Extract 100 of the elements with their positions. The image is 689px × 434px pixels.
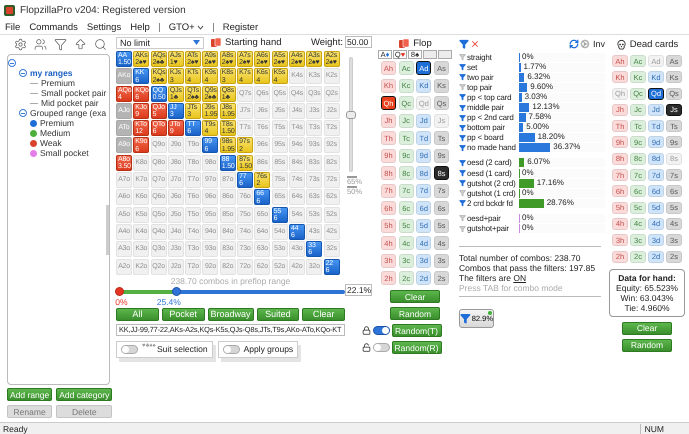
upload-icon[interactable] <box>74 38 87 50</box>
tree-item[interactable]: Small pocket pair <box>41 88 106 98</box>
toggle-switch[interactable] <box>121 344 138 354</box>
close-icon[interactable] <box>470 39 480 49</box>
filter-label: two pair <box>467 72 494 82</box>
percent-reading: 17.16% <box>536 178 564 188</box>
card-button[interactable]: Random(T) <box>392 324 442 337</box>
percent-reading: 6.32% <box>527 72 550 82</box>
gear-icon[interactable] <box>580 39 590 49</box>
filter-icon[interactable] <box>459 93 466 102</box>
filter-icon[interactable] <box>459 179 466 188</box>
filter-icon[interactable] <box>459 158 466 167</box>
status-dot-icon <box>488 310 492 315</box>
percent-reading: 3.03% <box>524 92 548 102</box>
percent-reading: 0% <box>522 52 534 62</box>
tree-item[interactable]: Small pocket <box>40 148 89 158</box>
menu-item[interactable]: Commands <box>29 22 78 32</box>
data-line: Equity: 65.523% <box>616 282 678 293</box>
tree-item[interactable]: Medium <box>40 128 70 138</box>
percent-reading: 9.60% <box>530 82 553 92</box>
collapse-icon[interactable] <box>8 59 16 67</box>
filter-icon[interactable] <box>459 104 466 112</box>
toggle-switch[interactable] <box>372 326 390 335</box>
refresh-icon[interactable] <box>568 39 579 49</box>
tree-button[interactable]: Add category <box>56 388 112 401</box>
filter-label: bottom pair <box>467 123 506 132</box>
card-button[interactable]: Clear <box>622 322 672 335</box>
card-button[interactable]: Random <box>390 307 440 320</box>
game-dropdown[interactable]: No limit <box>116 36 204 48</box>
percent-reading: 7.58% <box>528 112 552 122</box>
num-indicator: NUM <box>640 424 686 434</box>
weight-slider[interactable] <box>349 57 353 172</box>
tree-item[interactable]: Grouped range (exa <box>30 108 106 118</box>
cards-icon <box>210 37 222 48</box>
slider-knob[interactable] <box>115 286 124 296</box>
preset-button[interactable]: Broadway <box>208 308 254 321</box>
filter-icon[interactable] <box>459 63 466 72</box>
percent-reading: 0% <box>522 223 534 234</box>
app-icon <box>4 4 15 16</box>
filter-icon[interactable] <box>54 38 67 50</box>
search-icon[interactable] <box>94 38 107 50</box>
menu-item[interactable]: Help <box>130 22 150 32</box>
card-button[interactable]: Random <box>622 338 672 352</box>
menu-item[interactable]: File <box>5 22 20 32</box>
summary-text: Total number of combos: 238.70 <box>459 252 582 263</box>
users-icon[interactable] <box>34 38 48 50</box>
percent-field[interactable]: 22.1% <box>345 284 372 296</box>
toggle-switch[interactable] <box>372 343 390 352</box>
filter-label: no made hand <box>467 143 517 152</box>
filter-icon[interactable] <box>459 39 469 49</box>
flop-title: Flop <box>413 38 432 48</box>
weight-field[interactable]: 50.00 <box>345 36 372 48</box>
menu-item[interactable]: Settings <box>86 22 122 32</box>
inv-label[interactable]: Inv <box>592 39 605 49</box>
tree-item[interactable]: Mid pocket pair <box>41 98 99 108</box>
tree-item[interactable]: my ranges <box>30 68 73 78</box>
toggle-label: Suit selection <box>157 344 208 354</box>
collapse-icon[interactable] <box>19 69 27 77</box>
filter-icon[interactable] <box>459 73 466 82</box>
preset-button[interactable]: Clear <box>302 308 346 321</box>
status-text: Ready <box>3 424 28 434</box>
toggle-switch[interactable] <box>222 344 240 354</box>
toggle-label: Apply groups <box>244 344 294 354</box>
summary-text: The filters are ON <box>459 272 526 283</box>
hint-text: Press TAB for combo mode <box>459 282 564 293</box>
collapse-icon[interactable] <box>19 109 27 117</box>
cards-icon <box>398 38 410 48</box>
filter-label: set <box>467 62 478 72</box>
filter-icon[interactable] <box>459 199 466 208</box>
scrollbar-thumb <box>106 205 109 255</box>
tree-button[interactable]: Add range <box>7 388 52 401</box>
tree-item[interactable]: Premium <box>40 118 74 128</box>
preset-button[interactable]: All <box>116 308 159 321</box>
combos-caption: 238.70 combos in preflop range <box>170 276 292 286</box>
card-button[interactable]: Random(R) <box>392 341 442 354</box>
unlock-icon[interactable] <box>362 343 370 352</box>
tree-item[interactable]: Premium <box>41 78 76 88</box>
menu-item[interactable]: GTO+ <box>168 22 204 32</box>
weight-label: Weight: <box>310 37 344 48</box>
preset-button[interactable]: Suited <box>256 308 300 321</box>
tree-item[interactable]: Weak <box>40 138 62 148</box>
percent-reading: 0% <box>522 168 534 178</box>
filter-icon[interactable] <box>459 124 466 132</box>
filter-icon[interactable] <box>459 134 466 142</box>
preset-button[interactable]: Pocket <box>162 308 204 321</box>
filter-icon[interactable] <box>459 114 466 122</box>
filter-label: pp < 2nd card <box>467 113 515 122</box>
slider-thumb[interactable] <box>346 110 356 118</box>
window-title: FlopzillaPro v204: Registered version <box>20 4 186 16</box>
filter-icon[interactable] <box>459 144 466 152</box>
settings-icon[interactable] <box>14 38 28 50</box>
filter-label: oesd (2 card) <box>467 158 513 168</box>
menu-item[interactable]: Register <box>222 22 258 32</box>
filter-label: straight <box>467 52 493 62</box>
slider-thumb[interactable] <box>172 286 182 296</box>
filter-label: middle pair <box>467 103 505 112</box>
filter-icon[interactable] <box>459 169 466 178</box>
filter-icon <box>460 312 471 324</box>
lock-icon[interactable] <box>362 326 370 335</box>
card-button[interactable]: Clear <box>390 290 440 303</box>
